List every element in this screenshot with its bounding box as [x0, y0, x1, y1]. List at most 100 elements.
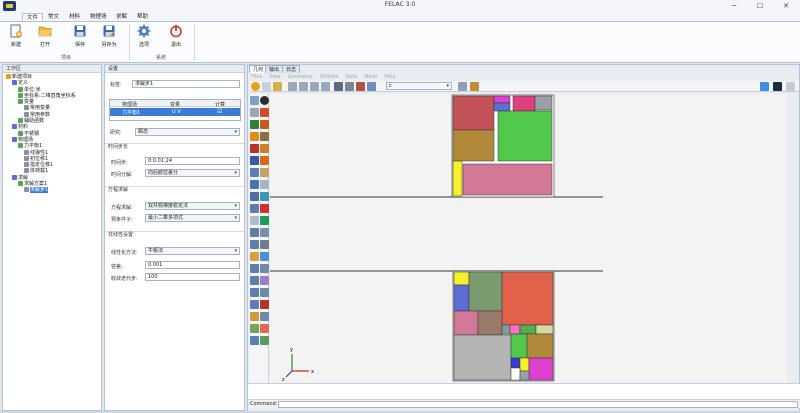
arc-icon[interactable]	[250, 168, 259, 177]
copy-icon[interactable]	[260, 168, 269, 177]
scale-icon[interactable]	[260, 276, 269, 285]
equation-section: 方程求解	[105, 186, 244, 193]
options-label: 选项	[138, 42, 149, 48]
color-icon[interactable]	[356, 82, 365, 91]
nonlin-method-select[interactable]: 牛顿法	[145, 247, 240, 255]
compute-checkbox[interactable]: ☑	[217, 108, 222, 115]
node-icon[interactable]	[250, 228, 259, 237]
rotate-icon[interactable]	[251, 82, 260, 91]
group-icon[interactable]	[250, 336, 259, 345]
cut-icon[interactable]	[250, 144, 259, 153]
study-select[interactable]: 瞬态	[135, 128, 240, 136]
view-side-icon[interactable]	[299, 82, 308, 91]
project-icon[interactable]	[250, 300, 259, 309]
split-icon[interactable]	[250, 264, 259, 273]
view-front-icon[interactable]	[288, 82, 297, 91]
layers-icon[interactable]	[367, 82, 376, 91]
save-as-icon	[102, 24, 116, 38]
fillet-icon[interactable]	[250, 216, 259, 225]
label-input[interactable]: 求解步1	[132, 80, 240, 88]
array-icon[interactable]	[260, 288, 269, 297]
tab-log[interactable]: 日志	[282, 65, 301, 73]
gmenu-help[interactable]: Help	[384, 74, 395, 81]
delete-icon[interactable]	[260, 204, 269, 213]
mesh-icon[interactable]	[260, 216, 269, 225]
offset-icon[interactable]	[250, 204, 259, 213]
console-icon[interactable]	[773, 82, 782, 91]
tolerance-input[interactable]: 0.001	[145, 261, 240, 269]
geometry-canvas[interactable]: y x z	[270, 94, 787, 383]
refine-icon[interactable]	[250, 324, 259, 333]
curve-icon[interactable]	[250, 180, 259, 189]
eq-solve-select[interactable]: 双共轭梯度稳定法	[145, 202, 240, 210]
boundary-icon[interactable]	[250, 240, 259, 249]
merge-icon[interactable]	[260, 264, 269, 273]
command-input[interactable]	[278, 401, 798, 408]
save-as-button[interactable]: 另存为	[97, 24, 121, 57]
remove-icon[interactable]	[260, 300, 269, 309]
gmenu-mesh[interactable]: Mesh	[364, 74, 377, 81]
eraser-icon[interactable]	[260, 324, 269, 333]
tree-item[interactable]: 求解步1	[3, 187, 101, 194]
mirror-icon[interactable]	[260, 180, 269, 189]
row-physics: 力平衡1	[122, 110, 141, 116]
precond-select[interactable]: 最小二乘多项式	[145, 214, 240, 222]
view-iso-icon[interactable]	[321, 82, 330, 91]
translate-icon[interactable]	[250, 276, 259, 285]
box-icon[interactable]	[250, 132, 259, 141]
gmenu-files[interactable]: Files	[251, 74, 262, 81]
point-icon[interactable]	[260, 96, 269, 105]
stack-icon[interactable]	[260, 144, 269, 153]
volume-icon[interactable]	[260, 120, 269, 129]
gmenu-view[interactable]: View	[269, 74, 281, 81]
line-icon[interactable]	[260, 108, 269, 117]
paint-icon[interactable]	[470, 82, 479, 91]
gmenu-utilities[interactable]: Utilities	[320, 74, 339, 81]
view-top-icon[interactable]	[310, 82, 319, 91]
tab-output[interactable]: 输出	[265, 65, 284, 73]
time-step-input[interactable]: 0:0.01:24	[145, 157, 240, 165]
close-button[interactable]: ✕	[776, 0, 796, 12]
check-icon[interactable]	[458, 82, 467, 91]
save-button[interactable]: 保存	[68, 24, 92, 57]
fill-icon[interactable]	[260, 156, 269, 165]
table-row[interactable]: 力平衡1 U V ☑	[110, 108, 240, 116]
gmenu-data[interactable]: Data	[345, 74, 357, 81]
draw-line-icon[interactable]	[250, 156, 259, 165]
folder-icon[interactable]	[273, 82, 282, 91]
options-button[interactable]: 选项	[132, 24, 156, 57]
area-icon[interactable]	[250, 120, 259, 129]
open-model-icon[interactable]	[262, 82, 271, 91]
block-icon[interactable]	[260, 132, 269, 141]
element-icon[interactable]	[260, 228, 269, 237]
rotate-geom-icon[interactable]	[250, 288, 259, 297]
open-button[interactable]: 打开	[33, 24, 57, 57]
new-button[interactable]: 新建	[4, 24, 28, 57]
load-icon[interactable]	[260, 240, 269, 249]
measure-icon[interactable]	[250, 252, 259, 261]
zoom-icon[interactable]	[250, 108, 259, 117]
camera-icon[interactable]	[334, 82, 343, 91]
axis-triad-icon: y x z	[282, 347, 314, 383]
command-bar: Command:	[248, 399, 800, 408]
select-icon[interactable]	[250, 96, 259, 105]
print-icon[interactable]	[345, 82, 354, 91]
tag-icon[interactable]	[260, 336, 269, 345]
exit-button[interactable]: 退出	[164, 24, 188, 57]
tree-item-label: 材料	[18, 124, 29, 131]
maximize-button[interactable]: ☐	[750, 0, 770, 12]
svg-text:x: x	[311, 369, 314, 375]
undo-icon[interactable]	[250, 312, 259, 321]
entity-select[interactable]: c	[386, 82, 452, 90]
save-icon	[73, 24, 87, 38]
gmenu-geometry[interactable]: Geometry	[288, 74, 313, 81]
time-disc-select[interactable]: 向后欧拉差分	[145, 169, 240, 177]
extrude-icon[interactable]	[260, 192, 269, 201]
max-iter-input[interactable]: 100	[145, 273, 240, 281]
palette-icon[interactable]	[760, 82, 769, 91]
minimize-button[interactable]: ─	[724, 0, 744, 12]
spline-icon[interactable]	[250, 192, 259, 201]
redo-icon[interactable]	[260, 312, 269, 321]
exit-view-icon[interactable]	[786, 82, 795, 91]
info-icon[interactable]	[260, 252, 269, 261]
